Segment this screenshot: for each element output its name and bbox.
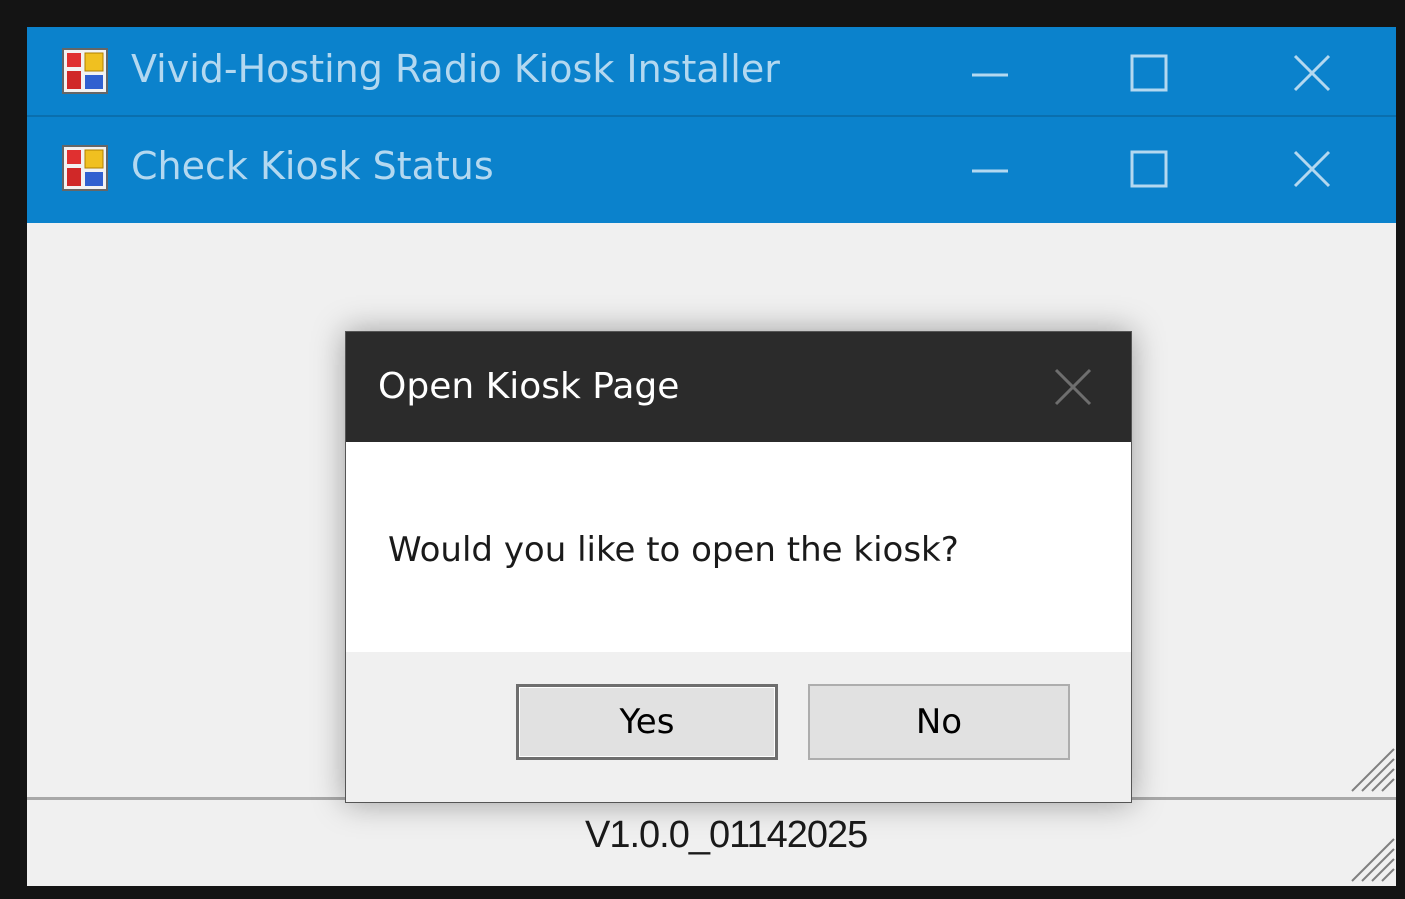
- close-button[interactable]: [1277, 43, 1347, 103]
- close-button[interactable]: [1277, 139, 1347, 199]
- installer-footer: V1.0.0_01142025: [27, 800, 1396, 886]
- dialog-close-button[interactable]: [1046, 360, 1100, 414]
- window-title: Vivid-Hosting Radio Kiosk Installer: [131, 47, 780, 91]
- resize-grip-icon[interactable]: [1348, 745, 1396, 793]
- app-window-icon: [62, 145, 108, 191]
- check-status-titlebar[interactable]: Check Kiosk Status: [27, 117, 1396, 223]
- app-window-icon: [62, 48, 108, 94]
- window-title: Check Kiosk Status: [131, 144, 494, 188]
- minimize-icon: [972, 73, 1008, 77]
- maximize-icon: [1130, 54, 1168, 92]
- close-icon: [1293, 54, 1331, 92]
- installer-titlebar[interactable]: Vivid-Hosting Radio Kiosk Installer: [27, 27, 1396, 117]
- minimize-icon: [972, 169, 1008, 173]
- no-button[interactable]: No: [808, 684, 1070, 760]
- resize-grip-icon[interactable]: [1348, 835, 1396, 883]
- dialog-message: Would you like to open the kiosk?: [388, 530, 959, 570]
- yes-button[interactable]: Yes: [516, 684, 778, 760]
- minimize-button[interactable]: [955, 43, 1025, 103]
- minimize-button[interactable]: [955, 139, 1025, 199]
- maximize-button[interactable]: [1114, 43, 1184, 103]
- close-icon: [1293, 150, 1331, 188]
- maximize-icon: [1130, 150, 1168, 188]
- version-label: V1.0.0_01142025: [585, 814, 868, 856]
- dialog-button-bar: Yes No: [346, 652, 1131, 802]
- close-icon: [1054, 368, 1092, 406]
- open-kiosk-dialog: Open Kiosk Page Would you like to open t…: [345, 331, 1132, 803]
- dialog-titlebar[interactable]: Open Kiosk Page: [346, 332, 1131, 442]
- dialog-body: Would you like to open the kiosk?: [346, 442, 1131, 652]
- maximize-button[interactable]: [1114, 139, 1184, 199]
- dialog-title: Open Kiosk Page: [378, 366, 680, 407]
- main-window-frame: Vivid-Hosting Radio Kiosk Installer Chec…: [27, 27, 1396, 886]
